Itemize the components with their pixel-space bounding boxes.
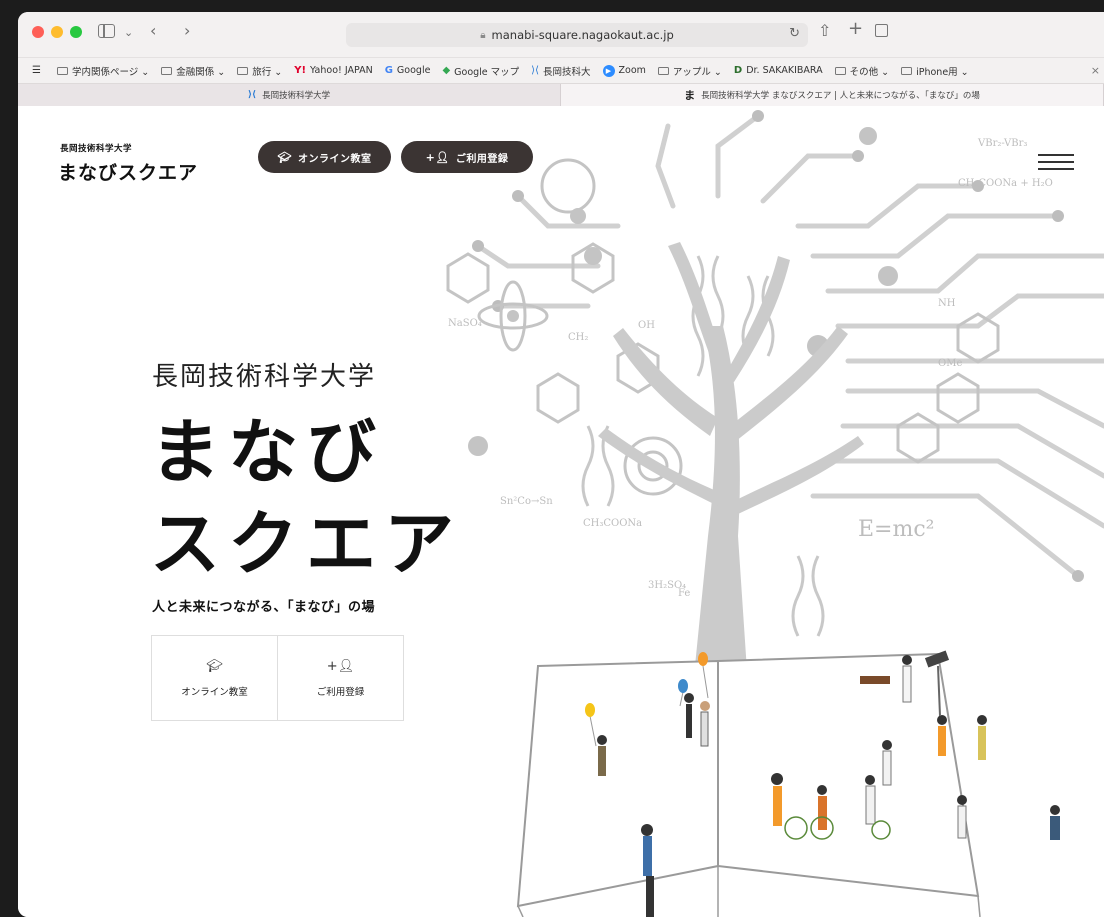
formula-sulfate: NaSO₄: [448, 318, 482, 329]
close-window-button[interactable]: [32, 26, 44, 38]
address-bar[interactable]: 🔒︎ manabi-square.nagaokaut.ac.jp ↻: [346, 23, 808, 47]
tab-manabi-square[interactable]: ま 長岡技術科学大学 まなびスクエア | 人と未来につながる、「まなび」の場: [561, 84, 1104, 106]
browser-window: ⌄ ‹ › 🔒︎ manabi-square.nagaokaut.ac.jp ↻…: [18, 12, 1104, 917]
web-page: E=mc² CH₃COONa + H₂O NaSO₄ 3H₂SO₄ VBr₂-V…: [18, 106, 1104, 917]
bookmark-folder-travel[interactable]: 旅行 ⌄: [237, 64, 282, 78]
folder-icon: [657, 66, 669, 75]
folder-icon: [901, 66, 913, 75]
bookmark-dr-sakakibara[interactable]: D Dr. SAKAKIBARA: [734, 65, 823, 76]
zoom-icon: ▶: [602, 64, 615, 77]
hero-title-line-2: スクエア: [150, 503, 462, 585]
map-pin-icon: ◆: [442, 65, 451, 76]
yahoo-icon: Y!: [294, 65, 307, 76]
folder-icon: [834, 66, 846, 75]
tab-bar: ⟩⟨ 長岡技術科学大学 ま 長岡技術科学大学 まなびスクエア | 人と未来につな…: [18, 84, 1104, 106]
minimize-window-button[interactable]: [51, 26, 63, 38]
browser-toolbar: ⌄ ‹ › 🔒︎ manabi-square.nagaokaut.ac.jp ↻…: [18, 12, 1104, 58]
science-tree-illustration: E=mc² CH₃COONa + H₂O NaSO₄ 3H₂SO₄ VBr₂-V…: [446, 110, 1104, 917]
reading-list-icon[interactable]: ☰: [32, 65, 45, 76]
lock-icon: 🔒︎: [480, 29, 486, 41]
logo-university-name[interactable]: 長岡技術科学大学: [60, 142, 132, 154]
hero-register-button[interactable]: +👤︎ ご利用登録: [277, 636, 403, 720]
close-icon[interactable]: ×: [1091, 64, 1100, 77]
bookmark-folder-finance[interactable]: 金融関係 ⌄: [161, 64, 225, 78]
online-classroom-button[interactable]: 🎓︎ オンライン教室: [258, 141, 391, 173]
forward-icon[interactable]: ›: [184, 21, 190, 41]
tab-title: 長岡技術科学大学 まなびスクエア | 人と未来につながる、「まなび」の場: [701, 91, 980, 101]
hero-subtitle: 長岡技術科学大学: [152, 362, 377, 392]
online-classroom-label: オンライン教室: [297, 153, 372, 165]
profile-icon: D: [733, 65, 743, 76]
hero-tagline: 人と未来につながる、「まなび」の場: [152, 600, 376, 615]
formula-ch2: CH₂: [568, 332, 588, 343]
formula-nh: NH: [938, 298, 956, 309]
new-tab-icon[interactable]: +: [848, 19, 863, 39]
formula-energy: E=mc²: [858, 517, 935, 542]
hero-title-line-1: まなび: [150, 411, 384, 493]
bookmark-folder-iphone[interactable]: iPhone用 ⌄: [901, 64, 969, 78]
share-icon[interactable]: ⇧: [818, 21, 831, 41]
graduation-cap-icon: 🎓︎: [277, 150, 292, 164]
address-bar-url: manabi-square.nagaokaut.ac.jp: [491, 28, 674, 42]
formula-acetate: CH₃COONa + H₂O: [958, 178, 1053, 189]
sidebar-toggle-icon[interactable]: [98, 24, 115, 38]
folder-icon: [237, 66, 249, 75]
formula-fe: Fe: [678, 588, 690, 599]
bookmark-folder-campus[interactable]: 学内関係ページ ⌄: [56, 64, 149, 78]
bookmark-folder-other[interactable]: その他 ⌄: [834, 64, 889, 78]
bookmark-zoom[interactable]: ▶ Zoom: [602, 64, 646, 77]
bookmark-yahoo[interactable]: Y! Yahoo! JAPAN: [294, 65, 372, 76]
tab-overview-icon[interactable]: [875, 24, 888, 37]
university-icon: ⟩⟨: [247, 90, 257, 100]
google-icon: G: [384, 65, 393, 76]
zoom-window-button[interactable]: [70, 26, 82, 38]
reload-icon[interactable]: ↻: [789, 26, 800, 41]
bookmark-nagaokaut[interactable]: ⟩⟨ 長岡技科大: [531, 64, 590, 78]
tab-nagaokaut[interactable]: ⟩⟨ 長岡技術科学大学: [18, 84, 561, 106]
menu-icon[interactable]: [1038, 154, 1074, 170]
formula-ome: OMe: [938, 358, 962, 369]
bookmark-google[interactable]: G Google: [385, 65, 431, 76]
window-controls: [32, 26, 82, 38]
hero-online-classroom-button[interactable]: 🎓︎ オンライン教室: [152, 636, 277, 720]
folder-icon: [56, 66, 68, 75]
add-user-icon: +👤︎: [326, 658, 355, 674]
hero-register-label: ご利用登録: [316, 686, 365, 698]
formula-tin: Sn²Co→Sn: [500, 496, 553, 507]
tab-title: 長岡技術科学大学: [262, 91, 331, 101]
formula-sodium-acetate: CH₃COONa: [583, 518, 642, 529]
hero-cta-group: 🎓︎ オンライン教室 +👤︎ ご利用登録: [151, 635, 404, 721]
register-label: ご利用登録: [455, 153, 509, 165]
hero-online-classroom-label: オンライン教室: [181, 686, 248, 698]
formula-oh: OH: [638, 320, 655, 331]
logo-site-name[interactable]: まなびスクエア: [58, 158, 198, 185]
manabi-logo-icon: ま: [684, 89, 696, 102]
bookmark-folder-apple[interactable]: アップル ⌄: [657, 64, 722, 78]
bookmark-google-maps[interactable]: ◆ Google マップ: [442, 64, 519, 78]
graduation-cap-icon: 🎓︎: [206, 658, 223, 674]
folder-icon: [161, 66, 173, 75]
back-icon[interactable]: ‹: [150, 21, 156, 41]
chevron-down-icon[interactable]: ⌄: [124, 23, 133, 43]
add-user-icon: +👤︎: [425, 150, 450, 164]
bookmarks-bar: ☰ 学内関係ページ ⌄ 金融関係 ⌄ 旅行 ⌄ Y! Yahoo! JAPAN G…: [18, 58, 1104, 84]
register-button[interactable]: +👤︎ ご利用登録: [401, 141, 533, 173]
hero-title: まなび スクエア: [150, 406, 462, 590]
university-icon: ⟩⟨: [531, 65, 539, 76]
formula-vanadium: VBr₂-VBr₃: [977, 138, 1027, 149]
